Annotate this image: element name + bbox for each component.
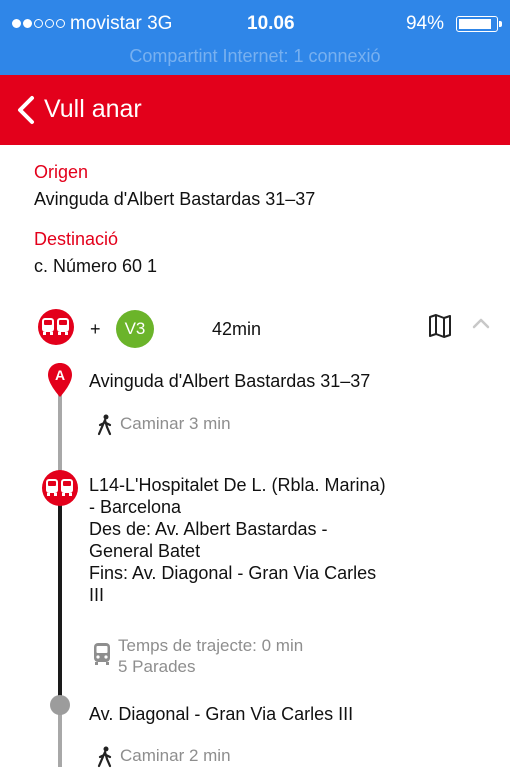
bus-to-cont: III xyxy=(89,585,105,605)
walk-duration: Caminar 2 min xyxy=(120,746,231,765)
bus-icon xyxy=(46,479,73,496)
signal-dot xyxy=(23,19,32,28)
battery-percent: 94% xyxy=(405,13,444,34)
bus-line-name: L14-L'Hospitalet De L. (Rbla. Marina) xyxy=(89,475,386,495)
stop-name: Av. Diagonal - Gran Via Carles III xyxy=(89,704,354,724)
line-badge-v3: V3 xyxy=(116,310,154,348)
clock: 10.06 xyxy=(247,13,295,34)
bus-badge xyxy=(38,309,74,345)
origin-value: Avinguda d'Albert Bastardas 31–37 xyxy=(34,189,316,209)
battery-fill xyxy=(459,19,491,29)
hotspot-banner[interactable]: Compartint Internet: 1 connexió xyxy=(0,46,510,67)
origin-pin-icon: A xyxy=(48,363,72,397)
chevron-left-icon[interactable] xyxy=(14,95,40,125)
walk-duration: Caminar 3 min xyxy=(120,414,231,433)
stop-count: 5 Parades xyxy=(118,657,196,676)
destination-label: Destinació xyxy=(34,229,119,249)
signal-dot xyxy=(12,19,21,28)
map-icon[interactable] xyxy=(428,313,452,339)
signal-dot xyxy=(56,19,65,28)
signal-dot xyxy=(45,19,54,28)
walk-segment-line xyxy=(58,714,62,767)
walk-icon xyxy=(97,414,112,436)
plus-sign: + xyxy=(90,319,101,339)
bus-icon xyxy=(94,643,110,665)
route-summary[interactable]: + 42min xyxy=(0,305,510,350)
carrier-label: movistar 3G xyxy=(70,13,173,34)
status-bar: movistar 3G 10.06 94% Compartint Interne… xyxy=(0,0,510,75)
trip-duration: 42min xyxy=(212,319,262,339)
stop-marker xyxy=(50,695,70,715)
nav-bar: Vull anar xyxy=(0,75,510,145)
bus-segment-line xyxy=(58,498,62,698)
bus-icon xyxy=(42,318,69,335)
trip-info: Temps de trajecte: 0 min 5 Parades xyxy=(118,635,303,677)
start-address: Avinguda d'Albert Bastardas 31–37 xyxy=(89,371,371,391)
bus-line-name-cont: - Barcelona xyxy=(89,497,182,517)
bus-line-details: L14-L'Hospitalet De L. (Rbla. Marina) - … xyxy=(89,474,469,606)
bus-from-cont: General Batet xyxy=(89,541,201,561)
origin-pin-letter: A xyxy=(55,367,65,383)
signal-dot xyxy=(34,19,43,28)
bus-to: Fins: Av. Diagonal - Gran Via Carles xyxy=(89,563,377,583)
chevron-up-icon[interactable] xyxy=(471,316,491,330)
signal-strength xyxy=(12,19,65,28)
trip-time: Temps de trajecte: 0 min xyxy=(118,636,304,655)
bus-badge xyxy=(42,470,78,506)
walk-icon xyxy=(97,746,112,768)
back-button[interactable]: Vull anar xyxy=(44,95,142,124)
bus-from: Des de: Av. Albert Bastardas - xyxy=(89,519,328,539)
origin-label: Origen xyxy=(34,162,89,182)
battery-icon xyxy=(456,16,502,32)
walk-segment-line xyxy=(58,392,62,472)
destination-value: c. Número 60 1 xyxy=(34,256,158,276)
